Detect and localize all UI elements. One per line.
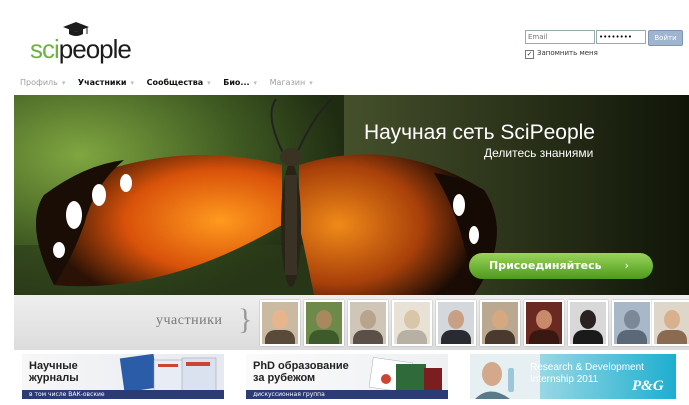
password-input[interactable] bbox=[596, 30, 646, 44]
nav-item-profile[interactable]: Профиль bbox=[20, 78, 58, 87]
members-strip: участники } bbox=[14, 295, 689, 350]
login-button[interactable]: Войти bbox=[648, 30, 683, 46]
remember-label: Запомнить меня bbox=[537, 49, 598, 57]
join-label: Присоединяйтесь bbox=[489, 259, 602, 272]
main-nav: Профиль ▾ Участники ▾ Сообщества ▾ Био... ▾ … bbox=[20, 78, 323, 87]
nav-item-members[interactable]: Участники bbox=[78, 78, 127, 87]
member-avatar[interactable] bbox=[436, 300, 476, 346]
journals-strip: в том числе ВАК-овские bbox=[22, 390, 224, 399]
phd-banner[interactable]: PhD образование за рубежом дискуссионная … bbox=[246, 354, 448, 399]
nav-arrow-icon: ▾ bbox=[309, 79, 313, 87]
chevron-right-icon: › bbox=[624, 259, 629, 272]
remember-checkbox[interactable]: ✓ bbox=[525, 50, 534, 59]
member-avatar[interactable] bbox=[612, 300, 652, 346]
member-avatar[interactable] bbox=[304, 300, 344, 346]
join-button[interactable]: Присоединяйтесь › bbox=[469, 253, 653, 279]
member-avatar[interactable] bbox=[348, 300, 388, 346]
nav-item-communities[interactable]: Сообщества bbox=[147, 78, 204, 87]
nav-arrow-icon: ▾ bbox=[61, 79, 66, 87]
nav-item-bio[interactable]: Био... bbox=[223, 78, 249, 87]
pg-title: Research & Development Internship 2011 bbox=[530, 362, 644, 386]
brace-decoration: } bbox=[238, 303, 253, 336]
nav-item-shop[interactable]: Магазин bbox=[270, 78, 306, 87]
email-input[interactable] bbox=[525, 30, 595, 44]
member-avatar[interactable] bbox=[568, 300, 608, 346]
nav-arrow-icon: ▾ bbox=[130, 79, 135, 87]
member-avatar[interactable] bbox=[260, 300, 300, 346]
pg-logo: P&G bbox=[632, 378, 664, 394]
hero-title: Научная сеть SciPeople bbox=[364, 121, 595, 144]
pg-title-line2: Internship 2011 bbox=[530, 374, 599, 385]
member-avatar[interactable] bbox=[480, 300, 520, 346]
hero-subtitle: Делитесь знаниями bbox=[484, 146, 594, 160]
members-label: участники bbox=[156, 313, 223, 328]
page: scipeople Войти ✓Запомнить меня Профиль▾… bbox=[0, 0, 689, 405]
pg-internship-banner[interactable]: Research & Development Internship 2011 P&… bbox=[470, 354, 676, 399]
member-avatar[interactable] bbox=[652, 300, 689, 346]
logo-text: scipeople bbox=[30, 34, 132, 65]
phd-strip: дискуссионная группа bbox=[246, 390, 448, 399]
remember-me[interactable]: ✓ Запомнить меня bbox=[525, 49, 598, 59]
member-avatar[interactable] bbox=[392, 300, 432, 346]
nav-arrow-icon: ▾ bbox=[207, 79, 211, 87]
member-avatar[interactable] bbox=[524, 300, 564, 346]
pg-title-line1: Research & Development bbox=[530, 362, 644, 373]
hero-banner: Научная сеть SciPeople Делитесь знаниями… bbox=[14, 95, 689, 295]
logo-people: people bbox=[58, 34, 132, 64]
logo-sci: sci bbox=[30, 34, 60, 64]
journals-banner[interactable]: Научные журналы в том числе ВАК-овские bbox=[22, 354, 224, 399]
nav-arrow-icon: ▾ bbox=[253, 79, 258, 87]
